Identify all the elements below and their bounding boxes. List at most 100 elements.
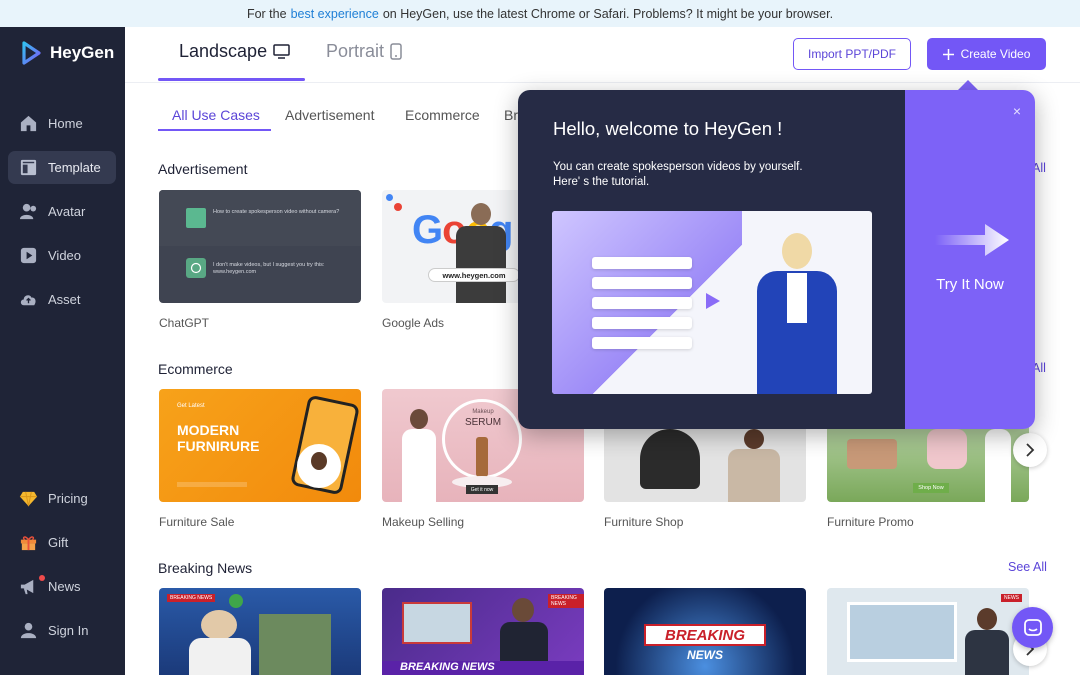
sidebar-item-avatar[interactable]: Avatar <box>8 195 116 228</box>
popup-text-line: Here' s the tutorial. <box>553 176 650 188</box>
sidebar-item-label: Avatar <box>48 204 86 219</box>
user-avatar <box>186 208 206 228</box>
tab-label: Landscape <box>179 41 268 61</box>
sidebar-item-label: Template <box>48 160 101 175</box>
popup-content: Hello, welcome to HeyGen ! You can creat… <box>518 90 905 429</box>
sidebar-item-news[interactable]: News <box>8 570 116 603</box>
sidebar-item-label: Gift <box>48 535 69 550</box>
presenter-head <box>311 452 327 470</box>
language-row <box>592 317 692 329</box>
phone-icon <box>390 43 402 60</box>
tab-all-use-cases[interactable]: All Use Cases <box>172 99 260 130</box>
sidebar-item-home[interactable]: Home <box>8 107 116 140</box>
chat-answer-text: I don't make videos, but I suggest you t… <box>213 262 325 275</box>
tab-breaking-news[interactable]: Br <box>504 99 518 130</box>
dot-decoration <box>229 594 243 608</box>
template-thumbnail-chatgpt[interactable]: How to create spokesperson video without… <box>159 190 361 303</box>
try-it-now-panel[interactable]: × Try It Now <box>905 90 1035 429</box>
sidebar-item-video[interactable]: Video <box>8 239 116 272</box>
popup-description: You can create spokesperson videos by yo… <box>553 160 853 190</box>
sidebar-item-label: Pricing <box>48 491 88 506</box>
template-caption: Furniture Promo <box>827 515 914 529</box>
close-icon[interactable]: × <box>1013 103 1021 119</box>
logo[interactable]: HeyGen <box>19 41 114 65</box>
template-caption: Google Ads <box>382 316 445 330</box>
thumb-tag: Get it now <box>466 485 498 494</box>
chat-support-button[interactable] <box>1012 607 1053 648</box>
presenter-head <box>512 598 534 622</box>
presenter-body <box>728 449 780 502</box>
template-thumbnail-news-2[interactable]: BREAKING NEWS BREAKING NEWS <box>382 588 584 675</box>
template-caption: Furniture Sale <box>159 515 235 529</box>
thumb-headline: MODERN <box>177 422 240 438</box>
gift-icon <box>20 536 37 551</box>
tab-ecommerce[interactable]: Ecommerce <box>405 99 480 130</box>
search-bar-url: www.heygen.com <box>428 268 520 282</box>
sidebar-item-pricing[interactable]: Pricing <box>8 482 116 515</box>
import-ppt-button[interactable]: Import PPT/PDF <box>793 38 911 70</box>
inset-image <box>259 614 331 675</box>
popup-text-line: You can create spokesperson videos by yo… <box>553 161 803 173</box>
banner-link[interactable]: best experience <box>291 7 379 21</box>
tutorial-video-preview[interactable] <box>552 211 872 394</box>
thumb-badge: BREAKING NEWS <box>167 594 216 602</box>
top-bar: Landscape Portrait Import PPT/PDF Create… <box>125 27 1080 83</box>
scroll-right-button[interactable] <box>1013 433 1047 467</box>
presenter-head <box>201 610 237 640</box>
welcome-popup: Hello, welcome to HeyGen ! You can creat… <box>518 90 1035 429</box>
thumb-headline: BREAKING <box>644 624 766 646</box>
chat-icon <box>1023 618 1042 636</box>
active-tab-indicator <box>158 78 305 81</box>
serum-bottle <box>476 437 488 477</box>
create-video-label: Create Video <box>960 47 1031 61</box>
video-icon <box>20 247 37 264</box>
sidebar-item-sign-in[interactable]: Sign In <box>8 614 116 647</box>
presenter-body <box>985 429 1011 502</box>
dot-decoration <box>394 203 402 211</box>
tab-landscape[interactable]: Landscape <box>179 41 290 62</box>
armchair-graphic <box>927 429 967 469</box>
banner-prefix: For the <box>246 6 287 21</box>
cloud-icon <box>20 295 36 306</box>
template-thumbnail-news-1[interactable]: BREAKING NEWS <box>159 588 361 675</box>
template-caption: Makeup Selling <box>382 515 465 529</box>
sidebar-item-label: News <box>48 579 81 594</box>
create-video-button[interactable]: Create Video <box>927 38 1046 70</box>
thumb-badge: BREAKING NEWS <box>548 594 584 608</box>
see-all-breaking-news[interactable]: See All <box>1008 560 1047 574</box>
sidebar-item-gift[interactable]: Gift <box>8 526 116 559</box>
sidebar-item-template[interactable]: Template <box>8 151 116 184</box>
section-title-ecommerce: Ecommerce <box>158 361 233 377</box>
presenter-body <box>189 638 251 675</box>
notification-dot <box>39 575 45 581</box>
chatgpt-logo-icon <box>186 258 206 278</box>
template-caption: ChatGPT <box>159 316 210 330</box>
presenter-head <box>782 233 812 269</box>
popup-pointer <box>958 80 978 90</box>
plus-icon <box>942 48 954 60</box>
sidebar-item-label: Sign In <box>48 623 89 638</box>
chevron-right-icon <box>1026 443 1035 457</box>
banner-suffix: on HeyGen, use the latest Chrome or Safa… <box>382 6 834 21</box>
section-title-breaking-news: Breaking News <box>158 560 253 576</box>
tab-advertisement[interactable]: Advertisement <box>285 99 374 130</box>
dot-decoration <box>386 194 393 201</box>
active-category-indicator <box>158 129 271 131</box>
browser-banner: For the best experience on HeyGen, use t… <box>0 0 1080 27</box>
monitor-icon <box>273 44 290 59</box>
thumb-headline: NEWS <box>687 648 723 662</box>
template-thumbnail-furniture-sale[interactable]: Get Latest MODERN FURNIRURE <box>159 389 361 502</box>
inset-image <box>847 602 957 662</box>
presenter-head <box>977 608 997 630</box>
presenter-shirt <box>787 273 807 323</box>
template-thumbnail-news-3[interactable]: BREAKING NEWS <box>604 588 806 675</box>
sidebar-item-asset[interactable]: Asset <box>8 283 116 316</box>
template-icon <box>20 159 37 176</box>
chair-graphic <box>640 429 700 489</box>
thumb-footer-bar <box>177 482 247 487</box>
template-thumbnail-news-4[interactable]: NEWS <box>827 588 1029 675</box>
avatar-icon <box>19 203 37 220</box>
tab-portrait[interactable]: Portrait <box>326 41 402 62</box>
popup-title: Hello, welcome to HeyGen ! <box>553 118 783 139</box>
app-name: HeyGen <box>50 43 115 62</box>
